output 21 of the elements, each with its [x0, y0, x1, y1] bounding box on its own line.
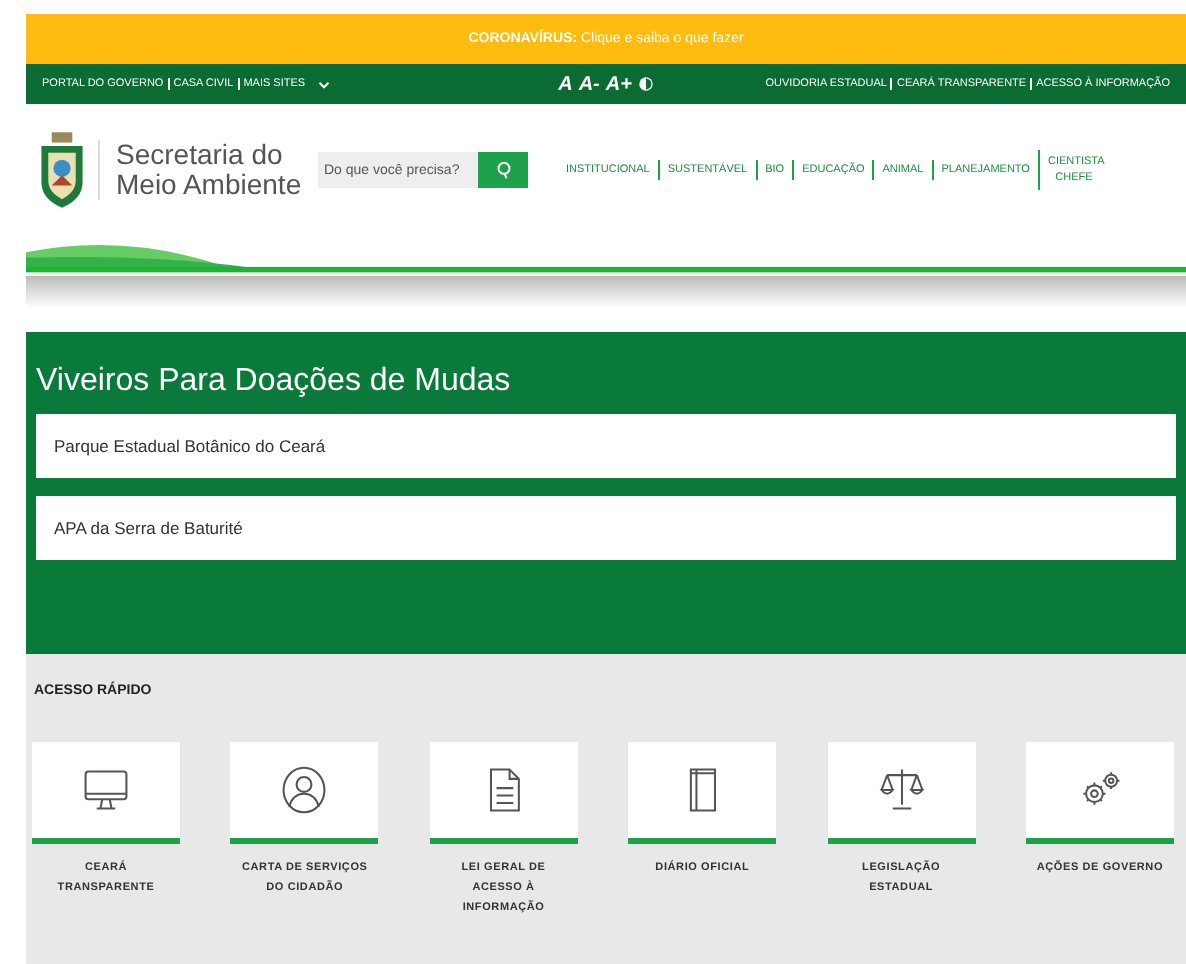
monitor-icon: [80, 764, 132, 816]
search-icon: [493, 160, 513, 180]
nursery-link[interactable]: APA da Serra de Baturité: [36, 496, 1176, 560]
font-size-button[interactable]: A-: [578, 73, 600, 95]
scales-icon: [875, 764, 928, 816]
quick-access-card[interactable]: [230, 742, 379, 844]
section-title: Viveiros Para Doações de Mudas: [36, 364, 513, 400]
search-button[interactable]: [478, 152, 528, 188]
nursery-link[interactable]: Parque Estadual Botânico do Ceará: [36, 414, 1176, 478]
quick-access-card[interactable]: [628, 742, 777, 844]
chevron-down-icon[interactable]: [317, 79, 330, 89]
site-name[interactable]: Secretaria do Meio Ambiente: [98, 140, 306, 200]
quick-access-card[interactable]: [429, 742, 578, 844]
quick-access-card[interactable]: [827, 742, 976, 844]
coat-of-arms-logo[interactable]: [38, 130, 86, 210]
font-size-button[interactable]: A+: [605, 73, 632, 95]
font-size-button[interactable]: A: [558, 73, 573, 95]
user-icon: [278, 764, 331, 816]
quick-access-card[interactable]: [1025, 742, 1174, 844]
contrast-icon[interactable]: [637, 76, 654, 92]
quick-access-card[interactable]: [32, 742, 180, 844]
